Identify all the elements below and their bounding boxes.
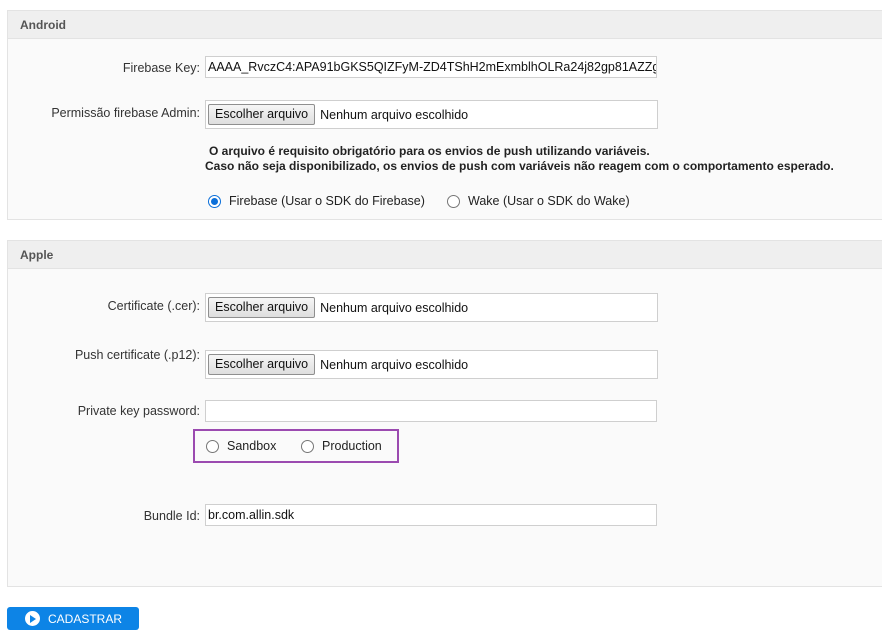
certificate-choose-file-button[interactable]: Escolher arquivo	[208, 297, 316, 318]
certificate-file-input[interactable]: Escolher arquivo Nenhum arquivo escolhid…	[205, 293, 658, 322]
android-panel: Android Firebase Key: AAAA_RvczC4:APA91b…	[7, 10, 882, 220]
push-certificate-file-status: Nenhum arquivo escolhido	[320, 357, 469, 372]
private-key-password-input[interactable]	[205, 400, 657, 422]
cadastrar-button[interactable]: CADASTRAR	[7, 607, 139, 630]
env-sandbox-label: Sandbox	[227, 439, 277, 453]
cadastrar-button-label: CADASTRAR	[48, 611, 123, 626]
firebase-key-input[interactable]: AAAA_RvczC4:APA91bGKS5QIZFyM-ZD4TShH2mEx…	[205, 56, 657, 78]
env-production-radio[interactable]	[301, 439, 314, 453]
firebase-admin-label: Permissão firebase Admin:	[51, 106, 200, 120]
firebase-key-label: Firebase Key:	[122, 61, 200, 75]
firebase-admin-file-input[interactable]: Escolher arquivo Nenhum arquivo escolhid…	[205, 100, 658, 129]
android-panel-title: Android	[8, 11, 882, 39]
push-certificate-file-input[interactable]: Escolher arquivo Nenhum arquivo escolhid…	[205, 350, 658, 379]
sdk-firebase-label: Firebase (Usar o SDK do Firebase)	[229, 194, 425, 208]
firebase-admin-note-line2: Caso não seja disponibilizado, os envios…	[205, 159, 834, 173]
play-circle-icon	[25, 611, 40, 626]
push-certificate-choose-file-button[interactable]: Escolher arquivo	[208, 354, 316, 375]
apple-panel: Apple Certificate (.cer): Escolher arqui…	[7, 240, 882, 587]
env-option-sandbox[interactable]: Sandbox	[206, 439, 276, 453]
env-sandbox-radio[interactable]	[206, 439, 219, 453]
bundle-id-input[interactable]: br.com.allin.sdk	[205, 504, 657, 526]
sdk-wake-radio[interactable]	[447, 194, 460, 208]
firebase-admin-file-status: Nenhum arquivo escolhido	[320, 107, 469, 122]
sdk-option-firebase[interactable]: Firebase (Usar o SDK do Firebase)	[208, 194, 425, 208]
sdk-wake-label: Wake (Usar o SDK do Wake)	[468, 194, 630, 208]
private-key-label: Private key password:	[77, 404, 200, 418]
firebase-admin-note-line1: O arquivo é requisito obrigatório para o…	[209, 144, 650, 158]
environment-options-box: Sandbox Production	[193, 429, 399, 463]
env-production-label: Production	[322, 439, 382, 453]
certificate-label: Certificate (.cer):	[107, 299, 200, 313]
push-certificate-label: Push certificate (.p12):	[74, 348, 200, 362]
apple-panel-title: Apple	[8, 241, 882, 269]
env-option-production[interactable]: Production	[301, 439, 382, 453]
bundle-id-label: Bundle Id:	[143, 509, 200, 523]
certificate-file-status: Nenhum arquivo escolhido	[320, 300, 469, 315]
firebase-admin-choose-file-button[interactable]: Escolher arquivo	[208, 104, 316, 125]
sdk-firebase-radio[interactable]	[208, 194, 221, 208]
sdk-option-wake[interactable]: Wake (Usar o SDK do Wake)	[447, 194, 630, 208]
